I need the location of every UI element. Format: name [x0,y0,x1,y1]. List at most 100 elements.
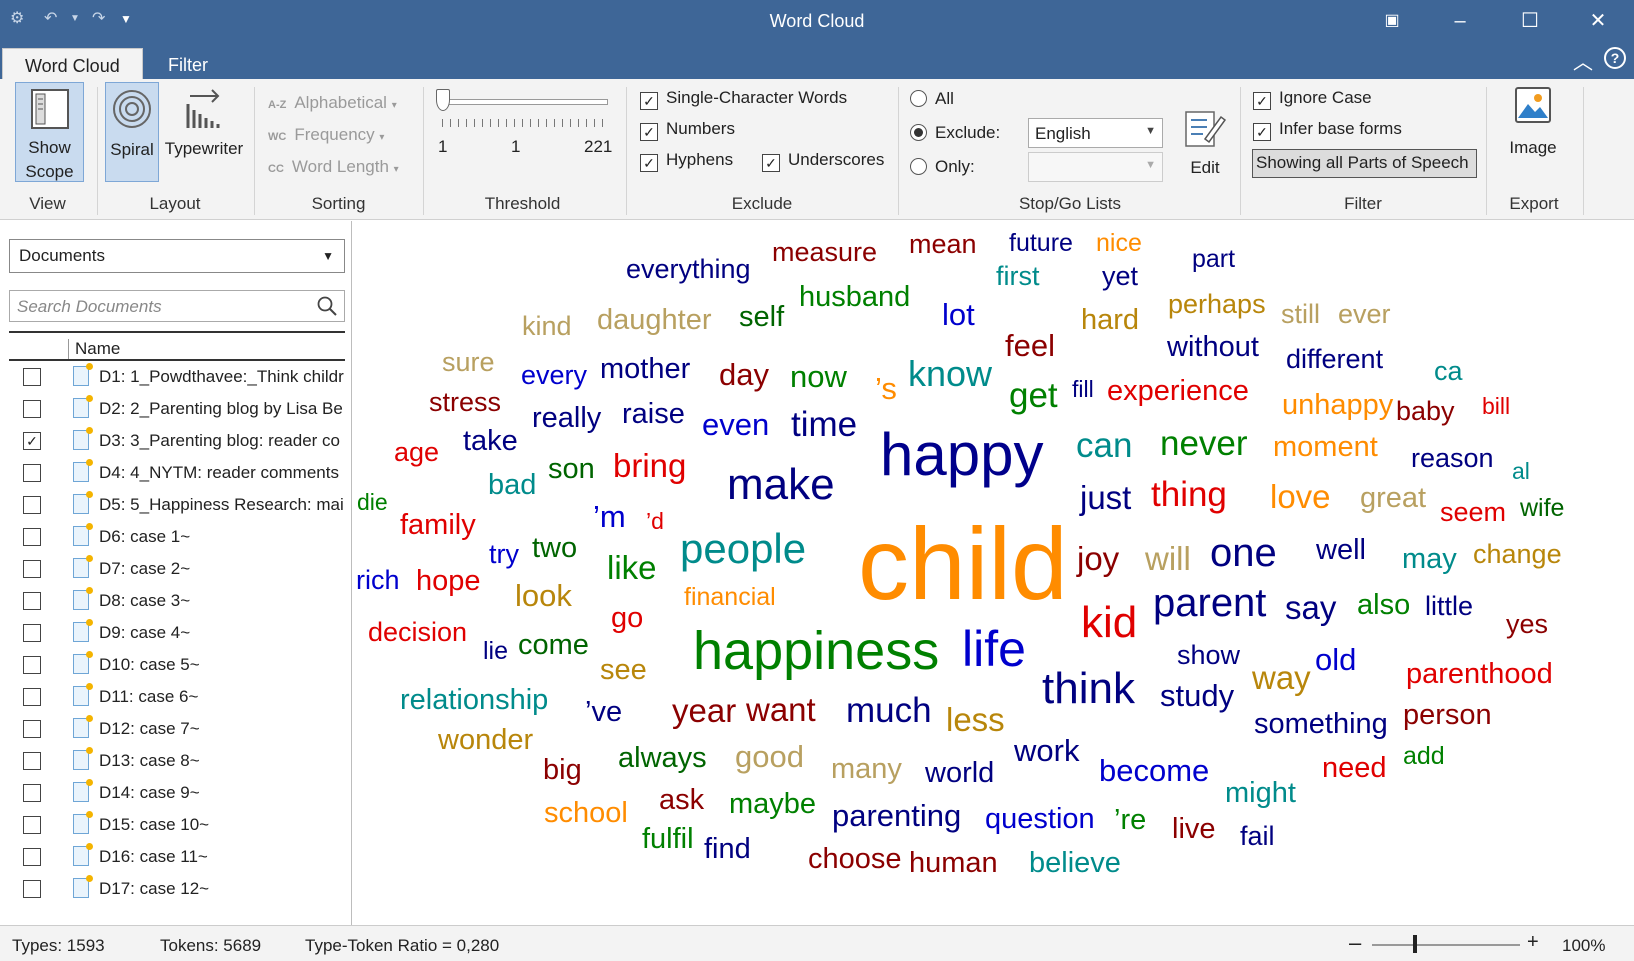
cloud-word[interactable]: ca [1434,358,1463,385]
edit-list-button[interactable]: Edit [1180,109,1230,179]
cloud-word[interactable]: ask [659,786,704,815]
cloud-word[interactable]: lie [483,639,508,664]
cloud-word[interactable]: become [1099,755,1209,786]
document-row[interactable]: D17: case 12~ [9,874,345,905]
document-row[interactable]: D12: case 7~ [9,714,345,745]
cloud-word[interactable]: kind [522,313,572,340]
sort-frequency-button[interactable]: WC Frequency ▾ [268,125,384,145]
cloud-word[interactable]: life [962,624,1026,674]
document-checkbox[interactable] [23,560,41,578]
cloud-word[interactable]: unhappy [1282,391,1393,420]
document-checkbox[interactable] [23,784,41,802]
cloud-word[interactable]: still [1281,301,1320,328]
cloud-word[interactable]: never [1160,426,1248,461]
cloud-word[interactable]: one [1210,533,1277,573]
cloud-word[interactable]: yes [1506,611,1548,638]
cloud-word[interactable]: two [532,534,577,563]
cloud-word[interactable]: will [1145,542,1191,575]
cloud-word[interactable]: make [727,463,835,507]
cloud-word[interactable]: lot [942,299,975,330]
cloud-word[interactable]: school [544,799,628,828]
document-checkbox[interactable] [23,464,41,482]
cloud-word[interactable]: wife [1520,496,1564,521]
cloud-word[interactable]: reason [1411,445,1494,472]
document-checkbox[interactable] [23,368,41,386]
cloud-word[interactable]: something [1254,710,1388,739]
document-row[interactable]: D9: case 4~ [9,618,345,649]
cloud-word[interactable]: parenthood [1406,660,1553,689]
checkbox[interactable]: ✓ [1253,92,1271,110]
cloud-word[interactable]: study [1160,680,1234,711]
cloud-word[interactable]: different [1286,346,1383,373]
cloud-word[interactable]: happiness [693,624,939,678]
sort-alphabetical-button[interactable]: A-Z Alphabetical ▾ [268,93,397,113]
cloud-word[interactable]: even [702,409,769,440]
cloud-word[interactable]: future [1009,231,1073,256]
checkbox[interactable]: ✓ [640,92,658,110]
show-scope-button[interactable]: Show Scope [15,82,84,182]
document-checkbox[interactable]: ✓ [23,432,41,450]
cloud-word[interactable]: bring [613,449,686,482]
cloud-word[interactable]: kid [1081,601,1137,645]
checkbox[interactable]: ✓ [762,154,780,172]
cloud-word[interactable]: human [909,849,998,878]
checkbox[interactable]: ✓ [1253,123,1271,141]
cloud-word[interactable]: big [543,756,582,785]
cloud-word[interactable]: bad [488,471,536,500]
cloud-word[interactable]: might [1225,779,1296,808]
cloud-word[interactable]: feel [1005,330,1055,361]
cloud-word[interactable]: experience [1107,377,1249,406]
checkbox[interactable]: ✓ [640,154,658,172]
cloud-word[interactable]: great [1360,484,1426,513]
document-checkbox[interactable] [23,528,41,546]
cloud-word[interactable]: can [1076,428,1132,463]
zoom-out-button[interactable]: – [1349,930,1361,956]
cloud-word[interactable]: parent [1153,583,1266,623]
cloud-word[interactable]: yet [1102,263,1138,290]
cloud-word[interactable]: good [735,741,804,772]
exclude-list-select[interactable]: English ▼ [1028,118,1163,148]
cloud-word[interactable]: happy [880,425,1043,485]
cloud-word[interactable]: ever [1338,301,1391,328]
cloud-word[interactable]: change [1473,541,1562,568]
maximize-button[interactable]: ☐ [1508,6,1552,36]
tab-word-cloud[interactable]: Word Cloud [2,48,143,79]
threshold-slider-track[interactable] [438,99,608,105]
cloud-word[interactable]: perhaps [1168,291,1266,318]
radio[interactable] [910,158,927,175]
cloud-word[interactable]: child [858,513,1068,615]
cloud-word[interactable]: self [739,303,784,332]
cloud-word[interactable]: ’m [593,501,626,532]
cloud-word[interactable]: work [1014,735,1079,766]
cloud-word[interactable]: raise [622,400,685,429]
cloud-word[interactable]: try [489,541,519,568]
cloud-word[interactable]: parenting [832,800,961,831]
cloud-word[interactable]: many [831,755,902,784]
document-row[interactable]: D8: case 3~ [9,586,345,617]
cloud-word[interactable]: nice [1096,231,1142,256]
checkbox[interactable]: ✓ [640,123,658,141]
exclude-hyphens-checkbox[interactable]: ✓ Hyphens [640,150,733,172]
cloud-word[interactable]: little [1425,593,1473,620]
cloud-word[interactable]: live [1172,815,1216,844]
cloud-word[interactable]: take [463,427,518,456]
document-checkbox[interactable] [23,656,41,674]
cloud-word[interactable]: rich [356,567,400,594]
cloud-word[interactable]: come [518,631,589,660]
cloud-word[interactable]: look [515,580,572,611]
cloud-word[interactable]: add [1403,744,1445,769]
cloud-word[interactable]: may [1402,545,1457,574]
cloud-word[interactable]: show [1177,642,1240,669]
cloud-word[interactable]: really [532,404,601,433]
cloud-word[interactable]: year [672,694,736,727]
ignore-case-checkbox[interactable]: ✓ Ignore Case [1253,88,1372,110]
document-checkbox[interactable] [23,624,41,642]
cloud-word[interactable]: moment [1273,433,1378,462]
cloud-word[interactable]: without [1167,333,1259,362]
cloud-word[interactable]: want [746,693,816,726]
cloud-word[interactable]: fulfil [642,825,694,854]
document-row[interactable]: D10: case 5~ [9,650,345,681]
document-checkbox[interactable] [23,720,41,738]
cloud-word[interactable]: hard [1081,306,1139,335]
document-row[interactable]: D5: 5_Happiness Research: mai [9,490,345,521]
